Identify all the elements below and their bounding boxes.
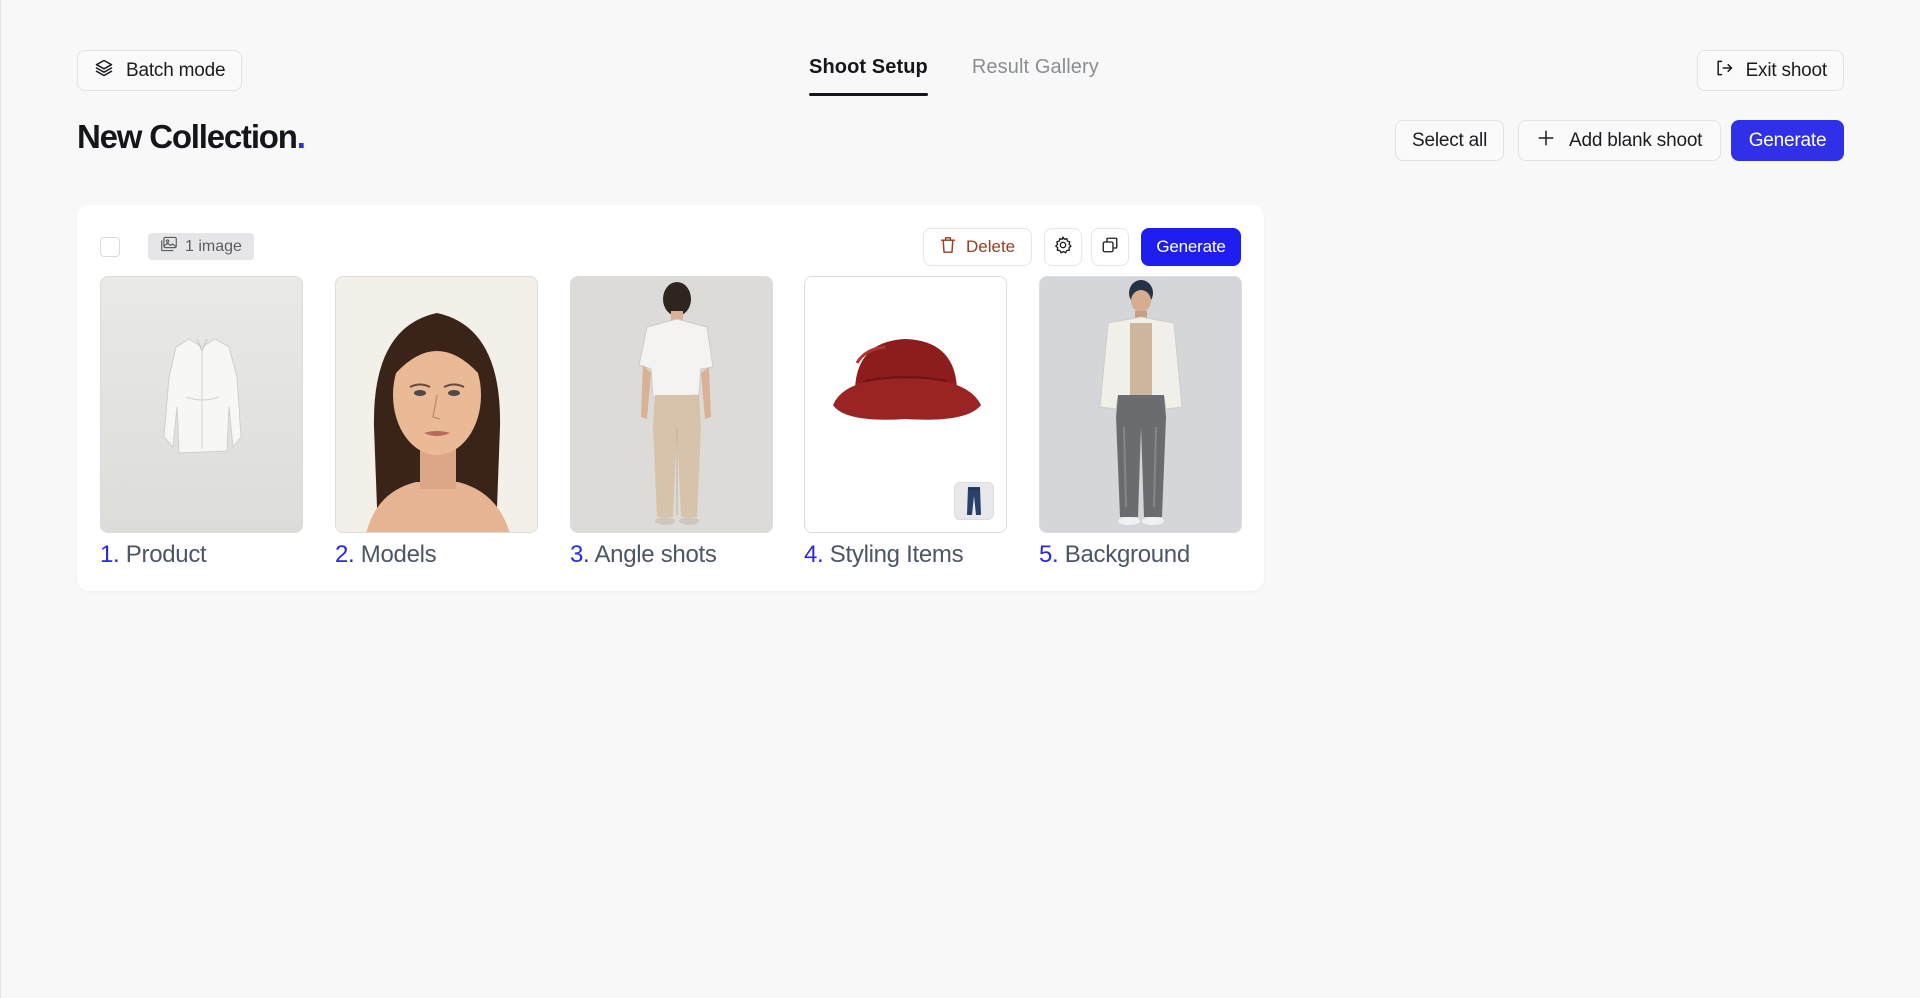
angle-shot-image[interactable]	[570, 276, 773, 533]
tab-result-gallery[interactable]: Result Gallery	[972, 50, 1099, 96]
styling-item-thumbnail[interactable]	[954, 482, 994, 520]
add-blank-shoot-button[interactable]: Add blank shoot	[1518, 120, 1722, 161]
duplicate-shoot-button[interactable]	[1091, 228, 1129, 266]
delete-shoot-button[interactable]: Delete	[923, 228, 1033, 266]
slot-styling-items: 4. Styling Items	[804, 276, 1007, 569]
tab-shoot-setup[interactable]: Shoot Setup	[809, 50, 928, 96]
trash-icon	[940, 236, 956, 259]
generate-shoot-button[interactable]: Generate	[1141, 228, 1241, 266]
page-title-dot: .	[296, 118, 306, 155]
select-all-label: Select all	[1412, 129, 1488, 151]
select-all-button[interactable]: Select all	[1395, 120, 1505, 161]
page-title-text: New Collection	[77, 118, 298, 155]
background-image[interactable]	[1039, 276, 1242, 533]
model-image[interactable]	[335, 276, 538, 533]
gear-icon	[1053, 235, 1073, 260]
shoot-card: 1 image Delete Generate 1. Product 2. Mo…	[77, 205, 1264, 591]
slot-number: 2.	[335, 541, 355, 568]
styling-item-image[interactable]	[804, 276, 1007, 533]
generate-all-button[interactable]: Generate	[1731, 120, 1844, 161]
slot-label: Angle shots	[594, 541, 717, 568]
slot-models: 2. Models	[335, 276, 538, 569]
duplicate-icon	[1101, 236, 1119, 259]
shoot-settings-button[interactable]	[1044, 228, 1082, 266]
slot-label: Styling Items	[829, 541, 964, 568]
image-icon	[160, 236, 178, 257]
exit-shoot-label: Exit shoot	[1745, 59, 1828, 81]
slot-angle-shots: 3. Angle shots	[570, 276, 773, 569]
delete-label: Delete	[966, 237, 1016, 256]
slot-caption: 4. Styling Items	[804, 541, 1007, 569]
image-count-badge: 1 image	[148, 233, 254, 260]
layers-icon	[94, 58, 114, 84]
page-title: New Collection.	[77, 118, 306, 156]
slot-caption: 1. Product	[100, 541, 303, 569]
slot-number: 3.	[570, 541, 590, 568]
generate-shoot-label: Generate	[1156, 237, 1226, 256]
generate-all-label: Generate	[1748, 129, 1827, 151]
slot-label: Background	[1064, 541, 1190, 568]
add-blank-shoot-label: Add blank shoot	[1569, 129, 1703, 151]
slot-caption: 5. Background	[1039, 541, 1242, 569]
exit-shoot-button[interactable]: Exit shoot	[1696, 50, 1844, 91]
page-edge-divider	[0, 0, 1, 998]
slot-number: 1.	[100, 541, 120, 568]
product-image[interactable]	[100, 276, 303, 533]
batch-mode-label: Batch mode	[126, 59, 226, 81]
view-tabs: Shoot Setup Result Gallery	[809, 50, 1099, 96]
exit-icon	[1714, 58, 1734, 84]
slot-caption: 3. Angle shots	[570, 541, 773, 569]
slot-background: 5. Background	[1039, 276, 1242, 569]
image-count-label: 1 image	[185, 237, 242, 255]
plus-icon	[1537, 129, 1555, 153]
slot-product: 1. Product	[100, 276, 303, 569]
slot-label: Product	[125, 541, 207, 568]
batch-mode-button[interactable]: Batch mode	[77, 50, 243, 91]
shoot-select-checkbox[interactable]	[100, 237, 120, 257]
slot-number: 4.	[804, 541, 824, 568]
slot-caption: 2. Models	[335, 541, 538, 569]
slot-label: Models	[360, 541, 437, 568]
slot-number: 5.	[1039, 541, 1059, 568]
